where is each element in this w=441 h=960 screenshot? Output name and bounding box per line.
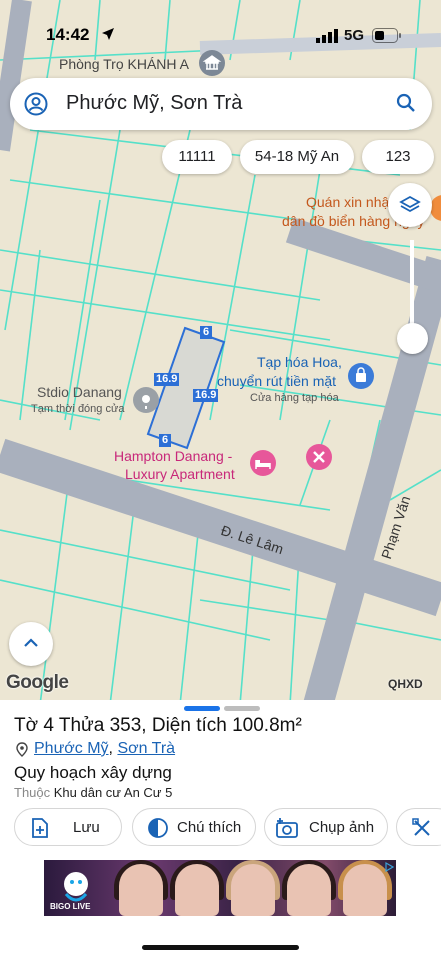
note-button[interactable]: Chú thích bbox=[132, 808, 256, 846]
belongs-prefix: Thuộc bbox=[14, 785, 51, 800]
place-sheet[interactable]: Tờ 4 Thửa 353, Diện tích 100.8m² Phước M… bbox=[0, 700, 441, 960]
save-label: Lưu bbox=[73, 819, 100, 836]
battery-icon bbox=[372, 28, 401, 43]
poi-label-hampton[interactable]: Hampton Danang - bbox=[114, 448, 232, 464]
status-time: 14:42 bbox=[46, 25, 90, 44]
poi-label-tap-hoa-2: chuyển rút tiền mặt bbox=[217, 373, 337, 389]
poi-label-stdio[interactable]: Stdio Danang bbox=[37, 384, 122, 400]
home-indicator[interactable] bbox=[142, 945, 299, 950]
add-document-icon bbox=[32, 818, 48, 838]
poi-label-stdio-sub: Tạm thời đóng cửa bbox=[31, 403, 125, 415]
shopping-bag-icon[interactable] bbox=[348, 363, 374, 389]
poi-label-quan[interactable]: Quán xin nhậ bbox=[306, 194, 389, 210]
ad-model-3 bbox=[231, 864, 275, 916]
note-label: Chú thích bbox=[177, 819, 242, 836]
belongs-to: Thuộc Khu dân cư An Cư 5 bbox=[14, 785, 172, 800]
chip-saved-3[interactable]: 123 bbox=[362, 140, 434, 174]
ad-banner[interactable]: BIGO LIVE bbox=[44, 860, 396, 916]
expand-up-button[interactable] bbox=[9, 622, 53, 666]
location-pin-icon bbox=[16, 742, 28, 757]
ad-model-4 bbox=[287, 864, 331, 916]
ad-choices-icon[interactable] bbox=[384, 862, 394, 872]
ad-model-2 bbox=[175, 864, 219, 916]
parcel-dim-left: 16.9 bbox=[154, 373, 180, 386]
ad-model-5 bbox=[343, 864, 387, 916]
hotel-bed-icon[interactable] bbox=[250, 450, 276, 476]
location-arrow-icon bbox=[102, 28, 114, 40]
photo-button[interactable]: Chụp ảnh bbox=[264, 808, 388, 846]
signal-icon bbox=[316, 29, 338, 43]
chevron-up-icon bbox=[24, 638, 38, 647]
google-attribution: Google bbox=[6, 672, 69, 693]
save-button[interactable]: Lưu bbox=[14, 808, 122, 846]
chip-saved-2[interactable]: 54-18 Mỹ An bbox=[240, 140, 354, 174]
network-type: 5G bbox=[344, 27, 365, 44]
planning-title: Quy hoạch xây dựng bbox=[14, 763, 172, 782]
ad-brand: BIGO LIVE bbox=[50, 902, 91, 911]
chip-saved-1[interactable]: 11111 bbox=[162, 140, 232, 174]
search-query[interactable]: Phước Mỹ, Sơn Trà bbox=[66, 92, 242, 115]
photo-label: Chụp ảnh bbox=[309, 819, 375, 836]
parcel-dim-right: 16.9 bbox=[193, 389, 219, 402]
poi-label-hampton-2: Luxury Apartment bbox=[125, 466, 235, 482]
location-pin-icon[interactable] bbox=[133, 387, 159, 413]
district-link[interactable]: Sơn Trà bbox=[117, 740, 175, 757]
layers-button[interactable] bbox=[388, 183, 432, 227]
map-tilt-slider[interactable] bbox=[397, 323, 428, 354]
add-photo-icon bbox=[276, 818, 298, 838]
parcel-dim-bottom: 6 bbox=[159, 434, 172, 447]
tools-icon[interactable] bbox=[306, 444, 332, 470]
account-icon[interactable] bbox=[24, 92, 48, 116]
pager-indicator bbox=[224, 706, 260, 711]
measure-icon bbox=[412, 818, 430, 836]
poi-label-tap-hoa-sub: Cửa hàng tạp hóa bbox=[250, 392, 339, 404]
status-bar: 14:42 5G bbox=[0, 0, 441, 60]
belongs-value: Khu dân cư An Cư 5 bbox=[53, 785, 173, 800]
poi-label-tap-hoa[interactable]: Tạp hóa Hoa, bbox=[257, 354, 342, 370]
ad-model-1 bbox=[119, 864, 163, 916]
measure-button[interactable] bbox=[396, 808, 441, 846]
half-circle-icon bbox=[148, 818, 168, 838]
layers-icon bbox=[399, 195, 421, 213]
parcel-title: Tờ 4 Thửa 353, Diện tích 100.8m² bbox=[14, 715, 302, 736]
search-icon[interactable] bbox=[396, 93, 416, 113]
plus-code-label: QHXD bbox=[388, 677, 423, 691]
search-bar[interactable]: Phước Mỹ, Sơn Trà bbox=[10, 78, 432, 130]
parcel-dim-top: 6 bbox=[200, 326, 213, 339]
ward-link[interactable]: Phước Mỹ bbox=[34, 740, 109, 757]
pager-indicator-active bbox=[184, 706, 220, 711]
